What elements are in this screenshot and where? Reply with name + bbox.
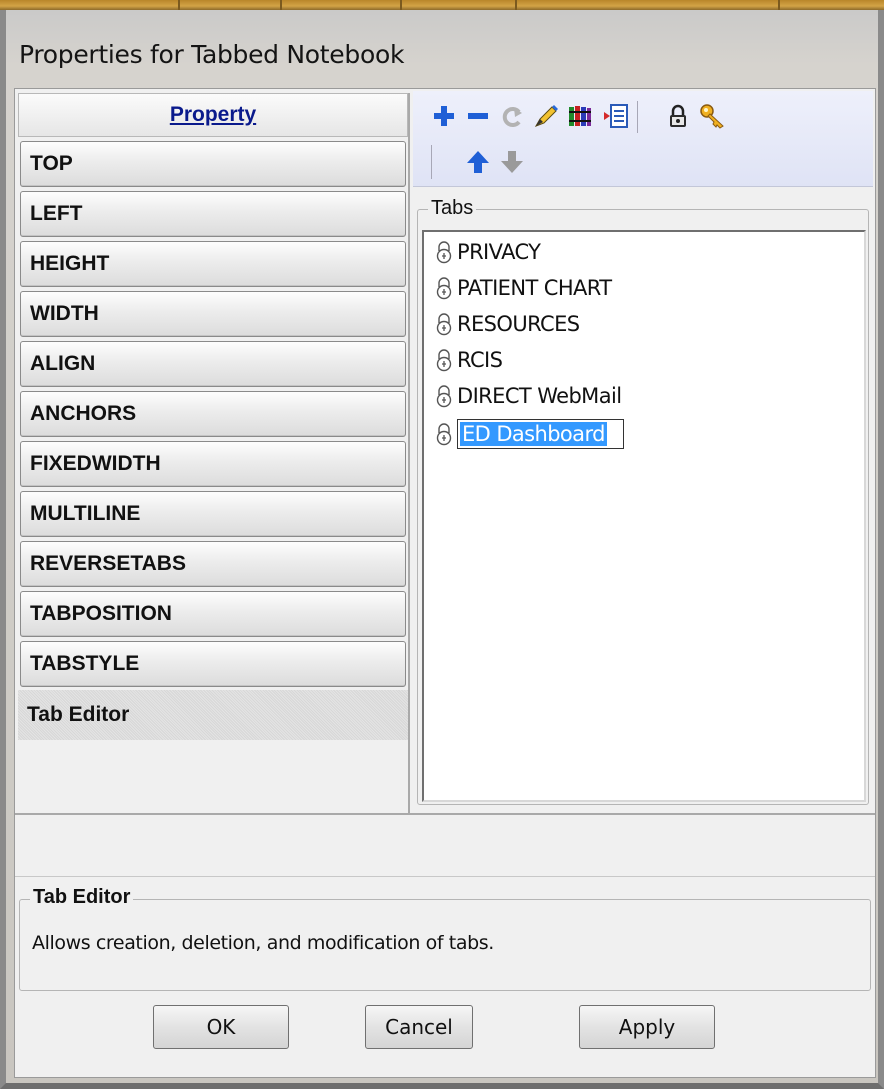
tabs-groupbox: Tabs PRIVACY PATIENT CHART RESOURCES RCI… bbox=[417, 197, 869, 805]
toolbar-separator bbox=[431, 145, 432, 179]
move-up-icon[interactable] bbox=[463, 147, 493, 177]
key-icon[interactable] bbox=[697, 101, 727, 131]
tab-item-rcis[interactable]: RCIS bbox=[434, 344, 503, 376]
edit-pencil-icon[interactable] bbox=[531, 101, 561, 131]
tab-rename-selected-text: ED Dashboard bbox=[460, 422, 607, 446]
strip-divider bbox=[400, 0, 402, 10]
description-groupbox: Tab Editor Allows creation, deletion, an… bbox=[19, 886, 871, 991]
property-header-label: Property bbox=[169, 103, 257, 126]
tab-editor-panel: Tabs PRIVACY PATIENT CHART RESOURCES RCI… bbox=[413, 91, 873, 811]
tab-item-label: DIRECT WebMail bbox=[457, 384, 622, 408]
tab-item-direct-webmail[interactable]: DIRECT WebMail bbox=[434, 380, 622, 412]
apply-button[interactable]: Apply bbox=[579, 1005, 715, 1049]
tab-item-ed-dashboard[interactable]: ED Dashboard bbox=[434, 418, 624, 450]
property-reversetabs[interactable]: REVERSETABS bbox=[20, 541, 406, 587]
property-align[interactable]: ALIGN bbox=[20, 341, 406, 387]
strip-divider bbox=[515, 0, 517, 10]
property-height[interactable]: HEIGHT bbox=[20, 241, 406, 287]
lock-icon[interactable] bbox=[663, 101, 693, 131]
tab-item-label: PATIENT CHART bbox=[457, 276, 612, 300]
remove-icon[interactable] bbox=[463, 101, 493, 131]
property-left[interactable]: LEFT bbox=[20, 191, 406, 237]
tabs-group-label: Tabs bbox=[428, 197, 477, 220]
property-tab-editor[interactable]: Tab Editor bbox=[18, 690, 408, 740]
strip-divider bbox=[280, 0, 282, 10]
unlock-icon bbox=[436, 349, 452, 372]
property-list: Property TOP LEFT HEIGHT WIDTH ALIGN ANC… bbox=[18, 93, 410, 813]
unlock-icon bbox=[436, 423, 452, 446]
tab-item-label: RCIS bbox=[457, 348, 503, 372]
tab-item-resources[interactable]: RESOURCES bbox=[434, 308, 580, 340]
property-anchors[interactable]: ANCHORS bbox=[20, 391, 406, 437]
toolbar-separator bbox=[637, 101, 638, 133]
property-multiline[interactable]: MULTILINE bbox=[20, 491, 406, 537]
tab-editor-toolbar bbox=[413, 91, 873, 187]
tab-item-privacy[interactable]: PRIVACY bbox=[434, 236, 541, 268]
tab-rename-input[interactable]: ED Dashboard bbox=[457, 419, 624, 449]
tab-item-label: RESOURCES bbox=[457, 312, 580, 336]
add-icon[interactable] bbox=[429, 101, 459, 131]
window-title: Properties for Tabbed Notebook bbox=[19, 40, 405, 69]
unlock-icon bbox=[436, 385, 452, 408]
tab-item-patient-chart[interactable]: PATIENT CHART bbox=[434, 272, 612, 304]
property-tabposition[interactable]: TABPOSITION bbox=[20, 591, 406, 637]
tabs-list[interactable]: PRIVACY PATIENT CHART RESOURCES RCIS DIR… bbox=[422, 230, 866, 802]
tab-item-label: PRIVACY bbox=[457, 240, 541, 264]
ok-button[interactable]: OK bbox=[153, 1005, 289, 1049]
insert-list-icon[interactable] bbox=[601, 101, 631, 131]
strip-divider bbox=[778, 0, 780, 10]
property-value-pane bbox=[15, 813, 875, 877]
books-icon[interactable] bbox=[565, 101, 595, 131]
move-down-icon[interactable] bbox=[497, 147, 527, 177]
property-tabstyle[interactable]: TABSTYLE bbox=[20, 641, 406, 687]
cancel-button[interactable]: Cancel bbox=[365, 1005, 473, 1049]
property-fixedwidth[interactable]: FIXEDWIDTH bbox=[20, 441, 406, 487]
description-text: Allows creation, deletion, and modificat… bbox=[32, 932, 494, 954]
property-column-header[interactable]: Property bbox=[18, 93, 408, 137]
unlock-icon bbox=[436, 277, 452, 300]
description-title: Tab Editor bbox=[30, 886, 134, 909]
taskbar-strip bbox=[0, 0, 884, 10]
properties-dialog: Property TOP LEFT HEIGHT WIDTH ALIGN ANC… bbox=[14, 88, 876, 1078]
unlock-icon bbox=[436, 241, 452, 264]
unlock-icon bbox=[436, 313, 452, 336]
property-width[interactable]: WIDTH bbox=[20, 291, 406, 337]
property-top[interactable]: TOP bbox=[20, 141, 406, 187]
undo-icon[interactable] bbox=[497, 101, 527, 131]
strip-divider bbox=[178, 0, 180, 10]
